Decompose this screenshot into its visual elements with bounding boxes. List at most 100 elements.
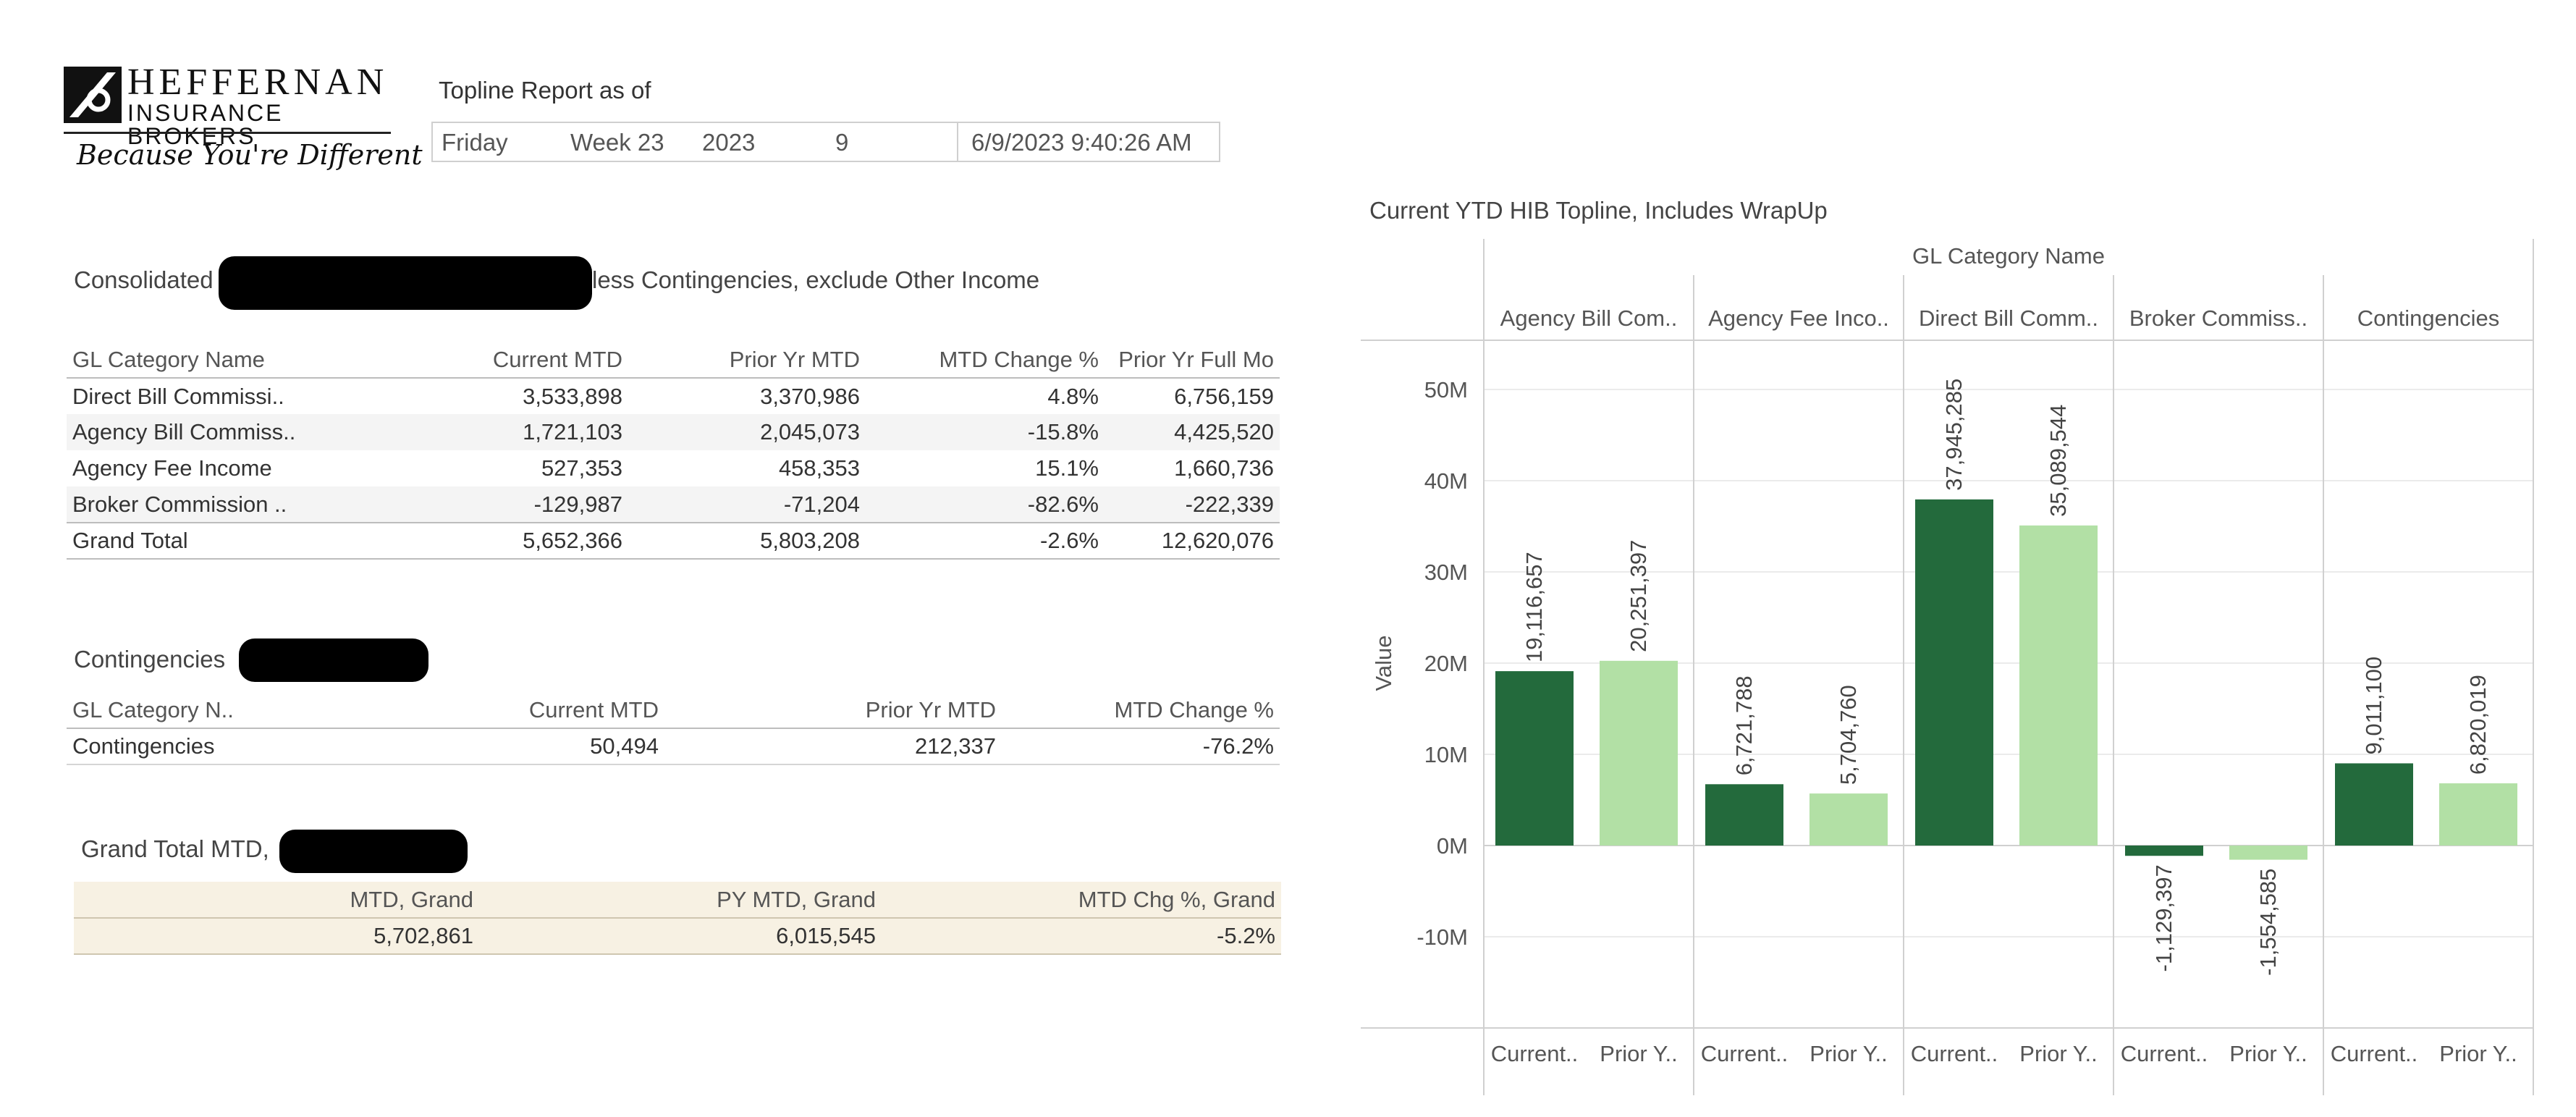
category-header: Contingencies [2357, 305, 2499, 331]
column-header[interactable]: GL Category Name [67, 342, 327, 379]
x-tick-label: Prior Y.. [1809, 1041, 1887, 1066]
data-label: 37,945,285 [1941, 379, 1967, 491]
report-timestamp: 6/9/2023 9:40:26 AM [971, 129, 1192, 156]
table-cell: 5,702,861 [74, 918, 479, 955]
logo-tagline: Because You're Different [77, 139, 423, 171]
table-cell: Contingencies [67, 728, 305, 765]
category-header: Agency Fee Inco.. [1708, 305, 1889, 331]
contingencies-table: GL Category N.. Current MTD Prior Yr MTD… [67, 692, 1280, 765]
bar-current [1915, 499, 1993, 846]
table-cell: 1,660,736 [1174, 455, 1274, 481]
data-label: -1,129,397 [2151, 864, 2176, 971]
table-cell: -82.6% [866, 486, 1105, 523]
x-tick-label: Current.. [1911, 1041, 1998, 1066]
data-label: 5,704,760 [1836, 685, 1861, 785]
column-header[interactable]: MTD Change % [1002, 692, 1280, 729]
grand-total-row[interactable]: Grand Total 5,652,366 5,803,208 -2.6% 12… [67, 522, 1280, 560]
bar-current [2125, 846, 2203, 856]
report-year: 2023 [702, 129, 756, 156]
report-day: Friday [442, 129, 508, 156]
table-cell: 4,425,520 [1105, 414, 1280, 450]
table-cell: 6,756,159 [1174, 383, 1274, 409]
table-cell: -129,987 [327, 486, 628, 523]
column-header[interactable]: Prior Yr Full Mo [1105, 342, 1280, 379]
y-tick-label: 0M [1437, 833, 1468, 859]
x-tick-label: Current.. [2331, 1041, 2418, 1066]
bar-chart[interactable]: 50M 40M 30M 20M 10M 0M -10M Value GL Category Na… [1361, 239, 2576, 1117]
table-cell: -222,339 [1105, 486, 1280, 523]
table-cell: -15.8% [866, 414, 1105, 450]
report-date-filter[interactable]: Friday Week 23 2023 9 6/9/2023 9:40:26 A… [431, 122, 1220, 162]
bar-prior [2019, 525, 2098, 846]
table-cell: Grand Total [67, 522, 327, 560]
bar-current [1495, 671, 1574, 846]
table-cell: 5,803,208 [628, 522, 866, 560]
table-row[interactable]: Direct Bill Commissi.. 3,533,898 3,370,9… [67, 378, 1280, 414]
table-cell: -5.2% [882, 918, 1281, 955]
redacted-block [239, 638, 428, 682]
grand-total-table: MTD, Grand PY MTD, Grand MTD Chg %, Gran… [74, 882, 1281, 955]
table-header-row: GL Category N.. Current MTD Prior Yr MTD… [67, 692, 1280, 729]
column-header[interactable]: MTD, Grand [74, 882, 479, 919]
data-label: -1,554,585 [2255, 869, 2281, 976]
report-title: Topline Report as of [439, 77, 651, 104]
category-header: Direct Bill Comm.. [1919, 305, 2098, 331]
redacted-block [279, 830, 468, 873]
table-cell: 3,370,986 [760, 383, 860, 409]
x-tick-label: Prior Y.. [1600, 1041, 1677, 1066]
y-tick-label: 40M [1424, 468, 1468, 494]
column-header[interactable]: GL Category N.. [67, 692, 305, 729]
x-tick-label: Current.. [2121, 1041, 2208, 1066]
table-cell: 212,337 [664, 728, 1002, 765]
table-cell: 15.1% [1035, 455, 1099, 481]
x-tick-label: Current.. [1701, 1041, 1789, 1066]
data-label: 6,820,019 [2465, 675, 2491, 775]
table-row[interactable]: Agency Bill Commiss.. 1,721,103 2,045,07… [67, 414, 1280, 450]
contingencies-title: Contingencies [74, 646, 226, 673]
column-header[interactable]: MTD Change % [866, 342, 1105, 379]
column-header-title: GL Category Name [1912, 243, 2105, 269]
y-tick-label: 50M [1424, 377, 1468, 402]
data-label: 19,116,657 [1521, 552, 1547, 662]
column-header[interactable]: MTD Chg %, Grand [882, 882, 1281, 919]
consolidated-title-prefix: Consolidated [74, 266, 214, 293]
y-tick-label: 20M [1424, 651, 1468, 676]
header-divider [957, 123, 958, 161]
table-row[interactable]: Broker Commission .. -129,987 -71,204 -8… [67, 486, 1280, 523]
table-cell: Agency Bill Commiss.. [67, 414, 327, 450]
data-label: 20,251,397 [1626, 540, 1651, 652]
report-month: 9 [835, 129, 849, 156]
table-row[interactable]: Agency Fee Income 527,353 458,353 15.1% … [67, 450, 1280, 486]
table-row[interactable]: 5,702,861 6,015,545 -5.2% [74, 918, 1281, 955]
x-tick-label: Current.. [1491, 1041, 1579, 1066]
table-cell: 5,652,366 [327, 522, 628, 560]
table-row[interactable]: Contingencies 50,494 212,337 -76.2% [67, 728, 1280, 765]
bar-prior [2229, 846, 2307, 860]
consolidated-title-suffix: less Contingencies, exclude Other Income [592, 266, 1040, 293]
redacted-block [219, 256, 592, 310]
company-logo: HEFFERNAN INSURANCE BROKERS Because You'… [64, 62, 423, 180]
column-header[interactable]: PY MTD, Grand [479, 882, 882, 919]
table-cell: 3,533,898 [523, 383, 622, 409]
bar-prior [1809, 793, 1888, 846]
y-tick-label: 30M [1424, 560, 1468, 585]
column-header[interactable]: Current MTD [327, 342, 628, 379]
x-tick-label: Prior Y.. [2229, 1041, 2307, 1066]
column-header[interactable]: Current MTD [305, 692, 664, 729]
table-cell: Broker Commission .. [67, 486, 327, 523]
grand-total-title: Grand Total MTD, [81, 835, 269, 862]
logo-name: HEFFERNAN [127, 62, 389, 103]
table-cell: 1,721,103 [327, 414, 628, 450]
table-cell: 2,045,073 [628, 414, 866, 450]
category-header: Broker Commiss.. [2129, 305, 2307, 331]
table-cell: Direct Bill Commissi.. [72, 383, 284, 409]
table-cell: -71,204 [628, 486, 866, 523]
table-cell: 12,620,076 [1105, 522, 1280, 560]
column-header[interactable]: Prior Yr MTD [664, 692, 1002, 729]
table-cell: 527,353 [541, 455, 622, 481]
column-header[interactable]: Prior Yr MTD [628, 342, 866, 379]
x-tick-label: Prior Y.. [2439, 1041, 2517, 1066]
bar-prior [1600, 660, 1678, 846]
report-week: Week 23 [570, 129, 664, 156]
category-header: Agency Bill Com.. [1500, 305, 1678, 331]
